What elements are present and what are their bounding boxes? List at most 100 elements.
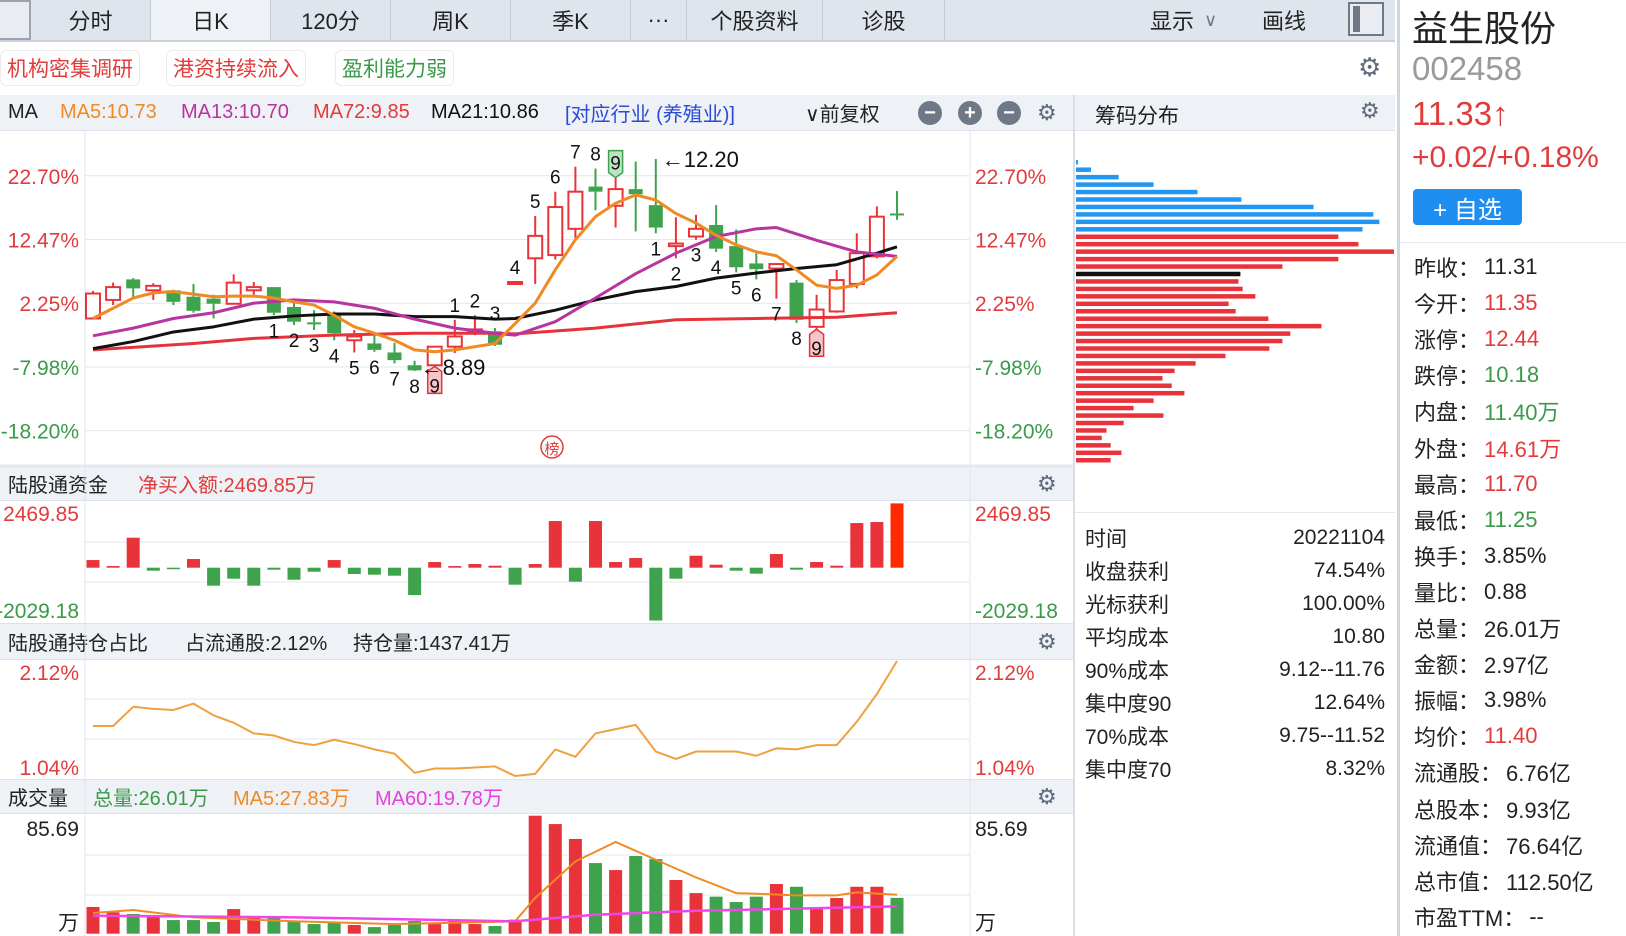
fund-bar [830, 565, 844, 568]
candle [507, 280, 524, 285]
high-price-mark: ←12.20 [662, 147, 739, 172]
td-count-label: 4 [329, 346, 340, 367]
quote-row: 量比： 0.88 [1414, 575, 1527, 609]
quote-label: 总量： [1414, 617, 1481, 642]
panel-toggle-icon[interactable] [1348, 2, 1384, 36]
y-tick-left: -7.98% [12, 357, 79, 380]
chip-bar [1076, 174, 1119, 180]
quote-value: 3.85% [1484, 542, 1547, 568]
chip-stat-row: 时间 20221104 [1085, 522, 1385, 554]
quote-label: 振幅： [1414, 689, 1481, 715]
chip-bar [1076, 405, 1134, 411]
quote-row: 最高： 11.70 [1414, 467, 1537, 501]
chip-stat-value: 10.80 [1332, 625, 1385, 648]
candle-body [749, 263, 764, 270]
quote-row: 涨停： 12.44 [1414, 322, 1539, 356]
chip-settings-gear-icon[interactable]: ⚙ [1360, 98, 1380, 124]
quote-label: 流通值： [1414, 833, 1503, 859]
chip-bar [1076, 271, 1241, 277]
quote-row: 金额： 2.97亿 [1414, 647, 1549, 681]
quote-row: 昨收： 11.31 [1414, 250, 1537, 284]
chip-bar [1076, 227, 1363, 232]
chip-bar [1076, 420, 1124, 426]
td-count-label: 9 [811, 339, 822, 360]
chip-stat-value: 20221104 [1293, 526, 1385, 549]
volume-bar [568, 838, 582, 934]
chip-bar [1076, 241, 1359, 247]
quote-row: 总量： 26.01万 [1414, 611, 1561, 645]
fund-bar [408, 567, 422, 596]
chip-bar [1076, 167, 1091, 172]
candle-body [307, 322, 322, 325]
add-watchlist-button[interactable]: + 自选 [1413, 189, 1522, 225]
fund-bar [528, 564, 542, 568]
td-count-label: 8 [590, 145, 601, 166]
fund-bar [247, 567, 261, 586]
td-count-label: 1 [269, 321, 280, 342]
chip-bar [1076, 189, 1198, 195]
volume-max-left: 85.69 [26, 818, 79, 841]
chip-bar [1076, 443, 1111, 448]
candle-body [789, 282, 804, 320]
chip-bar [1076, 458, 1111, 463]
fund-bar [769, 554, 783, 568]
quote-value: 12.44 [1484, 326, 1540, 352]
chip-stat-label: 70%成本 [1085, 726, 1170, 749]
current-price: 11.33↑ [1412, 95, 1509, 132]
quote-value: 3.98% [1484, 687, 1547, 713]
fund-bar [367, 567, 381, 575]
candle-body [346, 335, 363, 342]
quote-label: 涨停： [1414, 328, 1481, 354]
y-tick-right: -18.20% [975, 421, 1053, 444]
fund-bar [689, 555, 703, 568]
quote-label: 今开： [1414, 292, 1481, 318]
price-change: +0.02/+0.18% [1412, 141, 1599, 174]
volume-bar [790, 886, 803, 934]
chip-bar [1076, 279, 1239, 284]
chip-distribution-chart[interactable] [1075, 131, 1395, 511]
volume-bar [388, 925, 401, 934]
volume-bar [227, 909, 241, 934]
chip-stat-row: 集中度90 12.64% [1085, 687, 1385, 719]
stock-code: 002458 [1412, 50, 1523, 87]
volume-bar [649, 859, 663, 934]
quote-row: 总股本： 9.93亿 [1414, 792, 1571, 826]
fund-bar [589, 521, 602, 568]
volume-bar [810, 909, 824, 934]
td-count-label: 2 [470, 291, 481, 312]
fund-bar [749, 567, 763, 574]
holding-min-right: 1.04% [975, 757, 1035, 780]
td-count-label: 2 [671, 264, 682, 285]
candle-body [729, 246, 744, 268]
holding-max-left: 2.12% [19, 662, 79, 685]
quote-row: 振幅： 3.98% [1414, 683, 1546, 717]
kline-chart-area[interactable]: 22.70% 22.70% 12.47% 12.47% 2.25% 2.25% -7.98%… [0, 0, 1073, 936]
tags-settings-gear-icon[interactable]: ⚙ [1358, 52, 1381, 83]
quote-row: 最低： 11.25 [1414, 503, 1537, 537]
fund-bar [609, 562, 623, 568]
chip-bar [1076, 383, 1172, 388]
volume-bar [830, 898, 844, 934]
low-price-mark: ←8.89 [421, 355, 486, 380]
fund-bar [86, 560, 100, 568]
td-count-label: 5 [349, 358, 360, 379]
divider [1075, 512, 1395, 513]
volume-bar [287, 921, 301, 934]
candle-body [588, 186, 603, 192]
chip-stat-row: 收盘获利 74.54% [1085, 555, 1385, 587]
candle-body [126, 279, 141, 289]
fund-bar [850, 523, 864, 568]
quote-row: 总市值： 112.50亿 [1414, 864, 1594, 898]
chip-bar [1076, 160, 1078, 165]
display-menu-button[interactable]: 显示 ∨ [1150, 0, 1217, 40]
fund-bar [267, 567, 281, 570]
quote-row: 市盈TTM： -- [1414, 900, 1544, 934]
td-count-label: 3 [691, 246, 702, 267]
chip-bar [1076, 309, 1236, 314]
candle-body [527, 234, 544, 260]
y-tick-left: -18.20% [1, 421, 79, 444]
quote-value: 11.31 [1484, 254, 1538, 279]
volume-unit-right: 万 [975, 912, 996, 935]
quote-value: 76.64亿 [1506, 833, 1584, 859]
draw-line-button[interactable]: 画线 [1262, 0, 1306, 40]
